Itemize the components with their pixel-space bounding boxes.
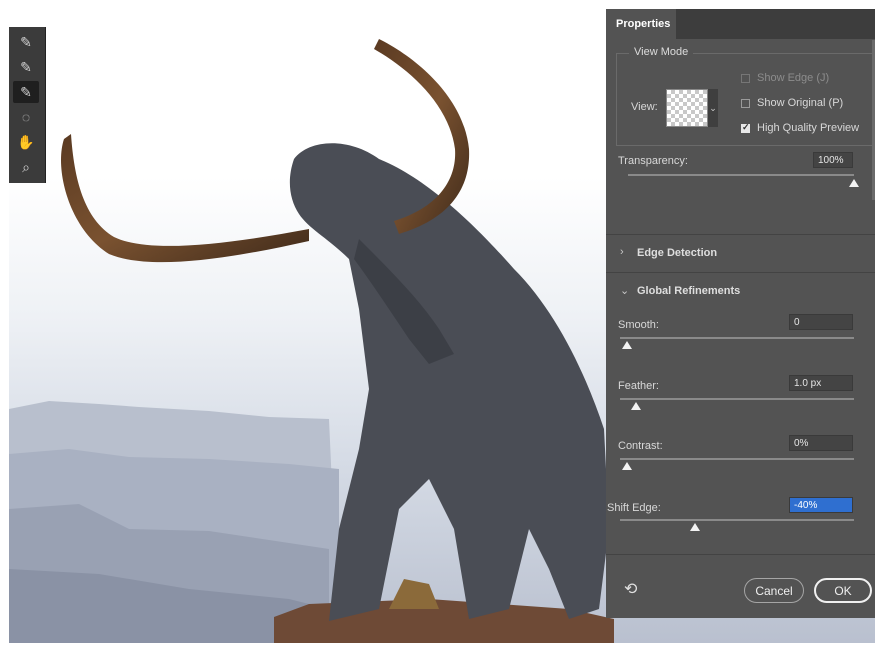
panel-scrollbar[interactable]	[872, 40, 875, 200]
shift-edge-input[interactable]: -40%	[789, 497, 853, 513]
smooth-slider-track[interactable]	[620, 337, 854, 339]
high-quality-preview-label: High Quality Preview	[757, 122, 860, 134]
show-edge-checkbox[interactable]	[741, 74, 750, 83]
edge-detection-title: Edge Detection	[637, 247, 718, 259]
lasso-tool-icon[interactable]: ◌	[13, 106, 39, 128]
smooth-input[interactable]: 0	[789, 314, 853, 330]
view-mode-legend: View Mode	[629, 46, 694, 58]
transparency-slider-knob[interactable]	[849, 179, 859, 187]
properties-panel: Properties View Mode View: ⌄ Show Edge (…	[606, 9, 875, 618]
show-original-checkbox[interactable]	[741, 99, 750, 108]
global-refinements-section[interactable]: ⌄ Global Refinements	[606, 272, 875, 310]
reset-icon[interactable]: ⟲	[624, 579, 644, 599]
transparency-input[interactable]: 100%	[813, 152, 853, 168]
feather-slider-knob[interactable]	[631, 402, 641, 410]
feather-input[interactable]: 1.0 px	[789, 375, 853, 391]
chevron-down-icon[interactable]: ⌄	[708, 89, 718, 127]
view-mode-group: View Mode View: ⌄ Show Edge (J) Show Ori…	[616, 46, 874, 146]
footer-divider	[606, 554, 875, 556]
show-edge-label: Show Edge (J)	[757, 72, 830, 84]
chevron-right-icon: ›	[620, 246, 624, 258]
contrast-slider-track[interactable]	[620, 458, 854, 460]
global-refinements-title: Global Refinements	[637, 285, 741, 297]
shift-edge-label: Shift Edge:	[607, 502, 661, 514]
show-original-label: Show Original (P)	[757, 97, 844, 109]
quick-selection-tool-icon[interactable]: ✎	[13, 31, 39, 53]
contrast-slider-knob[interactable]	[622, 462, 632, 470]
smooth-slider-knob[interactable]	[622, 341, 632, 349]
tab-properties[interactable]: Properties	[606, 9, 676, 39]
feather-slider-track[interactable]	[620, 398, 854, 400]
high-quality-preview-checkbox[interactable]	[741, 122, 750, 133]
feather-label: Feather:	[618, 380, 659, 392]
zoom-tool-icon[interactable]: ⌕	[13, 156, 39, 178]
transparency-slider-track[interactable]	[628, 174, 854, 176]
ok-button[interactable]: OK	[814, 578, 872, 603]
refine-edge-brush-icon[interactable]: ✎	[13, 56, 39, 78]
view-thumbnail[interactable]	[666, 89, 708, 127]
shift-edge-slider-knob[interactable]	[690, 523, 700, 531]
cancel-button[interactable]: Cancel	[744, 578, 804, 603]
contrast-input[interactable]: 0%	[789, 435, 853, 451]
brush-tool-icon[interactable]: ✎	[13, 81, 39, 103]
transparency-label: Transparency:	[618, 155, 688, 167]
contrast-label: Contrast:	[618, 440, 663, 452]
shift-edge-slider-track[interactable]	[620, 519, 854, 521]
edge-detection-section[interactable]: › Edge Detection	[606, 234, 875, 272]
hand-tool-icon[interactable]: ✋	[13, 131, 39, 153]
panel-tabbar: Properties	[606, 9, 875, 39]
chevron-down-icon: ⌄	[620, 285, 630, 297]
tool-strip: ✎ ✎ ✎ ◌ ✋ ⌕	[9, 27, 46, 183]
smooth-label: Smooth:	[618, 319, 659, 331]
view-label: View:	[631, 101, 658, 113]
